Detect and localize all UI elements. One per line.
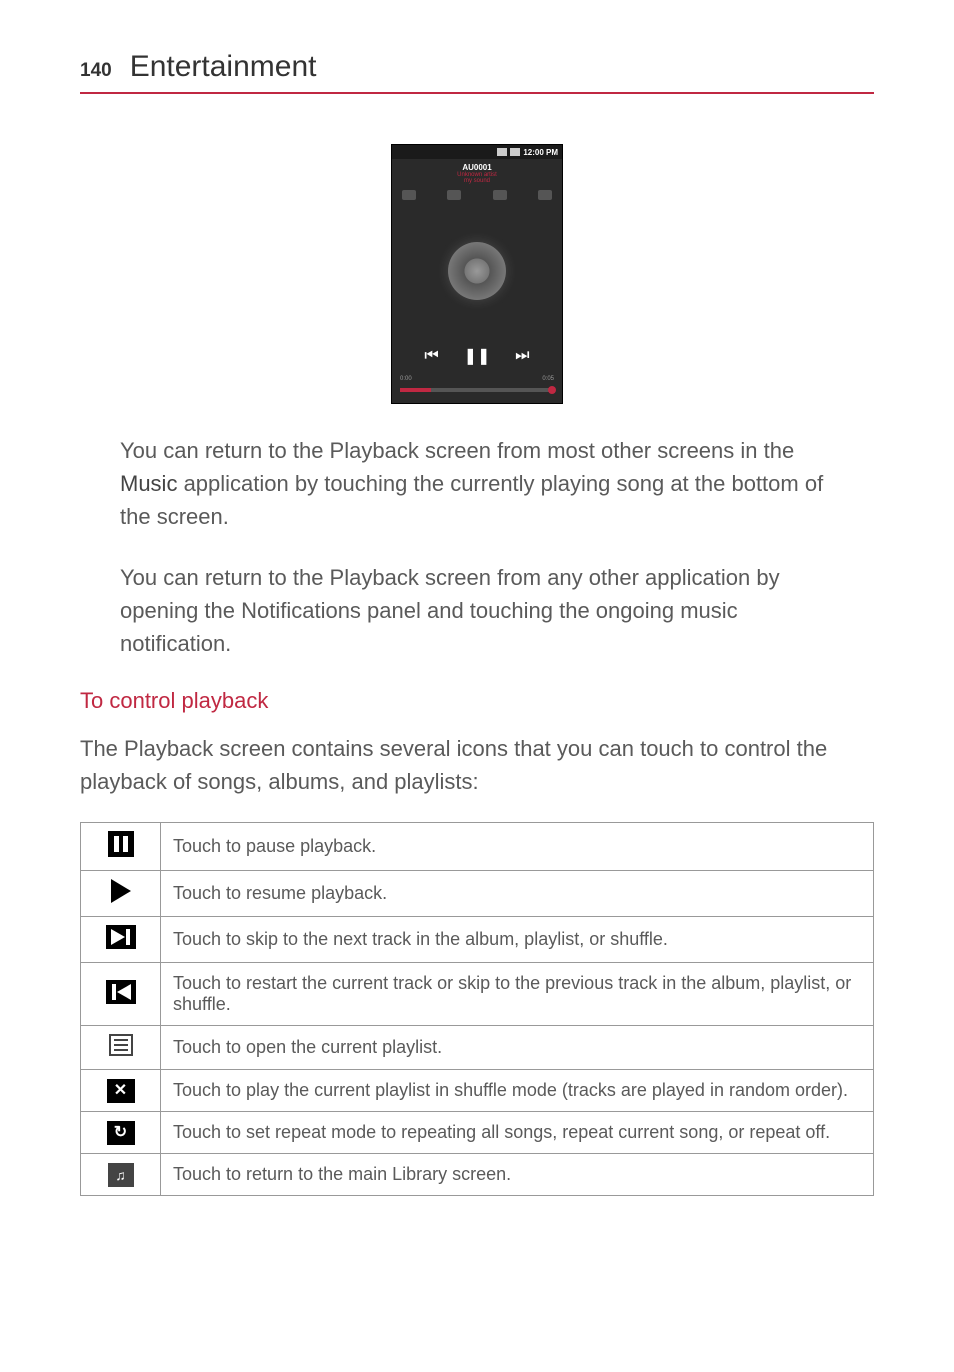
library-icon: ♫ xyxy=(108,1163,134,1187)
icon-cell: ✕ xyxy=(81,1070,161,1112)
section-title: Entertainment xyxy=(130,50,317,84)
pause-icon: ❚❚ xyxy=(464,346,491,366)
phone-screen: 12:00 PM AU0001 Unknown artist my sound … xyxy=(391,144,563,404)
table-row: Touch to resume playback. xyxy=(81,871,874,917)
player-icon-3 xyxy=(493,190,507,200)
repeat-icon: ↻ xyxy=(107,1121,135,1145)
track-title: AU0001 xyxy=(392,163,562,172)
time-total: 0:05 xyxy=(542,376,554,382)
icons-table: Touch to pause playback. Touch to resume… xyxy=(80,822,874,1196)
phone-screenshot: 12:00 PM AU0001 Unknown artist my sound … xyxy=(80,144,874,404)
desc-cell: Touch to return to the main Library scre… xyxy=(161,1154,874,1196)
track-info: AU0001 Unknown artist my sound xyxy=(392,159,562,188)
signal-icon xyxy=(497,148,507,156)
player-icon-1 xyxy=(402,190,416,200)
paragraph-2: You can return to the Playback screen fr… xyxy=(120,561,834,660)
pause-icon xyxy=(108,831,134,857)
time-elapsed: 0:00 xyxy=(400,376,412,382)
time-row: 0:00 0:05 xyxy=(392,376,562,382)
progress-bar xyxy=(400,388,554,392)
table-row: ↻ Touch to set repeat mode to repeating … xyxy=(81,1112,874,1154)
album-art-area xyxy=(392,206,562,336)
icon-cell xyxy=(81,1026,161,1070)
desc-cell: Touch to set repeat mode to repeating al… xyxy=(161,1112,874,1154)
page-header: 140 Entertainment xyxy=(80,50,874,94)
playlist-icon xyxy=(109,1034,133,1056)
p1-post: application by touching the currently pl… xyxy=(120,471,823,529)
icon-cell xyxy=(81,871,161,917)
player-top-icons xyxy=(392,188,562,206)
intro-text: The Playback screen contains several ico… xyxy=(80,732,874,798)
previous-track-icon xyxy=(106,980,136,1004)
playback-controls: ⏮ ❚❚ ⏭ xyxy=(392,336,562,376)
icon-cell xyxy=(81,917,161,963)
page-number: 140 xyxy=(80,60,112,82)
p1-emphasis: Music xyxy=(120,471,177,496)
table-row: Touch to pause playback. xyxy=(81,823,874,871)
status-time: 12:00 PM xyxy=(523,148,558,157)
previous-icon: ⏮ xyxy=(424,347,438,365)
next-track-icon xyxy=(106,925,136,949)
table-row: Touch to restart the current track or sk… xyxy=(81,963,874,1026)
desc-cell: Touch to open the current playlist. xyxy=(161,1026,874,1070)
table-row: Touch to open the current playlist. xyxy=(81,1026,874,1070)
player-icon-4 xyxy=(538,190,552,200)
p1-pre: You can return to the Playback screen fr… xyxy=(120,438,794,463)
table-row: ✕ Touch to play the current playlist in … xyxy=(81,1070,874,1112)
play-icon xyxy=(111,879,131,903)
icon-cell xyxy=(81,963,161,1026)
subheading-control-playback: To control playback xyxy=(80,688,874,714)
paragraph-1: You can return to the Playback screen fr… xyxy=(120,434,834,533)
desc-cell: Touch to skip to the next track in the a… xyxy=(161,917,874,963)
icon-cell: ♫ xyxy=(81,1154,161,1196)
shuffle-icon: ✕ xyxy=(107,1079,135,1103)
desc-cell: Touch to pause playback. xyxy=(161,823,874,871)
disc-icon xyxy=(448,242,506,300)
track-album: my sound xyxy=(392,178,562,184)
status-bar: 12:00 PM xyxy=(392,145,562,159)
next-icon: ⏭ xyxy=(515,347,529,365)
table-row: Touch to skip to the next track in the a… xyxy=(81,917,874,963)
icon-cell: ↻ xyxy=(81,1112,161,1154)
desc-cell: Touch to restart the current track or sk… xyxy=(161,963,874,1026)
battery-icon xyxy=(510,148,520,156)
player-icon-2 xyxy=(447,190,461,200)
icon-cell xyxy=(81,823,161,871)
desc-cell: Touch to resume playback. xyxy=(161,871,874,917)
desc-cell: Touch to play the current playlist in sh… xyxy=(161,1070,874,1112)
table-row: ♫ Touch to return to the main Library sc… xyxy=(81,1154,874,1196)
